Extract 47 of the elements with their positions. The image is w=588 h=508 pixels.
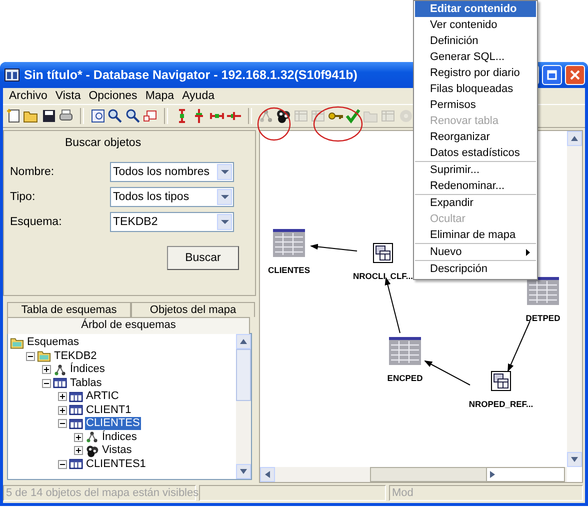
field-label: Nombre:: [10, 166, 56, 178]
tree-item[interactable]: CLIENTES1: [85, 458, 147, 471]
menu-item[interactable]: Definición: [415, 33, 536, 49]
tab[interactable]: Árbol de esquemas: [7, 317, 250, 334]
field-label: Esquema:: [10, 216, 63, 228]
menu-item[interactable]: Reorganizar: [415, 129, 536, 145]
node-label: NROCLI_CLF...: [353, 271, 413, 281]
menu-item[interactable]: Ver contenido: [415, 17, 536, 33]
tree-item[interactable]: Índices: [69, 363, 106, 376]
menu-item[interactable]: Eliminar de mapa: [415, 227, 536, 243]
menu-item[interactable]: Ayuda: [179, 90, 220, 102]
tree-item[interactable]: CLIENT1: [85, 404, 132, 417]
tree-item[interactable]: Vistas: [101, 444, 133, 458]
menu-item[interactable]: Vista: [52, 90, 86, 102]
tree-item[interactable]: CLIENTES: [85, 417, 141, 430]
dropdown[interactable]: TEKDB2: [110, 212, 234, 232]
menu-item[interactable]: Permisos: [415, 97, 536, 113]
dropdown[interactable]: Todos los nombres: [110, 162, 234, 182]
tree-item[interactable]: Índices: [101, 430, 138, 444]
menu-item[interactable]: Opciones: [86, 90, 142, 102]
tree-item[interactable]: ARTIC: [85, 390, 120, 404]
field-label: Tipo:: [10, 191, 36, 203]
menu-item[interactable]: Registro por diario: [415, 65, 536, 81]
menu-item[interactable]: Redenominar...: [415, 178, 536, 194]
node-label: ENCPED: [387, 373, 423, 383]
dropdown[interactable]: Todos los tipos: [110, 187, 234, 207]
node-label: NROPED_REF...: [468, 399, 534, 409]
window-title: Sin título* - Database Navigator - 192.168.1.32(S10f941b): [24, 68, 358, 82]
menu-item[interactable]: Nuevo: [415, 244, 536, 260]
menu-item[interactable]: Descripción: [415, 261, 536, 277]
menu-item[interactable]: Editar contenido: [415, 1, 536, 17]
menu-item[interactable]: Datos estadísticos: [415, 145, 536, 161]
status-field: 5 de 14 objetos del mapa están visibles: [3, 485, 196, 501]
tree-item[interactable]: TEKDB2: [53, 350, 98, 363]
menu-item[interactable]: Archivo: [6, 90, 52, 102]
node-label: DETPED: [526, 313, 560, 323]
menu-item[interactable]: Mapa: [142, 90, 180, 102]
menu-item[interactable]: Generar SQL...: [415, 49, 536, 65]
section-title: Buscar objetos: [64, 136, 142, 151]
tree-item[interactable]: Tablas: [69, 376, 103, 390]
search-button[interactable]: Buscar: [167, 246, 239, 270]
node-label: CLIENTES: [268, 265, 310, 275]
menu-item[interactable]: Filas bloqueadas: [415, 81, 536, 97]
menu-item[interactable]: Suprimir...: [415, 162, 536, 178]
status-field: Mod: [389, 485, 583, 501]
menu-item[interactable]: Expandir: [415, 195, 536, 211]
tree-item[interactable]: Esquemas: [26, 336, 80, 350]
